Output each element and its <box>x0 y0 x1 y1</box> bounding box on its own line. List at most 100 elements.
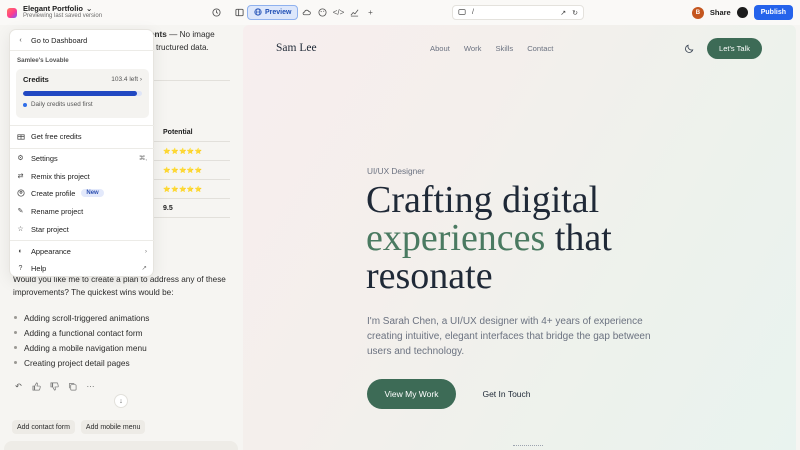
more-icon[interactable]: ··· <box>86 382 95 391</box>
list-item: Adding a mobile navigation menu <box>14 340 149 355</box>
menu-item-get-free-credits[interactable]: Get free credits <box>10 128 155 144</box>
menu-item-label: Create profile <box>31 188 76 198</box>
publish-button[interactable]: Publish <box>753 5 793 20</box>
chat-line-1-rest: — No image <box>166 30 215 39</box>
scroll-down-button[interactable]: ↓ <box>114 394 128 408</box>
gear-icon: ⚙ <box>17 155 24 162</box>
nav-about[interactable]: About <box>430 44 450 53</box>
bullet-dot <box>14 361 17 364</box>
table-row: ⭐⭐⭐⭐⭐ <box>152 161 230 180</box>
chip-add-contact-form[interactable]: Add contact form <box>12 420 75 434</box>
right-edge <box>796 25 800 450</box>
bullet-dot <box>14 346 17 349</box>
copy-icon[interactable] <box>68 382 77 391</box>
menu-item-label: Settings <box>31 153 58 163</box>
preview-button[interactable]: Preview <box>247 5 299 20</box>
credits-panel[interactable]: Credits 103.4 left › Daily credits used … <box>16 69 149 118</box>
status-dot-icon <box>23 102 27 107</box>
palette-icon[interactable] <box>316 6 329 19</box>
refresh-icon[interactable]: ↻ <box>572 9 578 17</box>
table-header-potential: Potential <box>152 123 230 142</box>
cloud-icon[interactable] <box>300 6 313 19</box>
credits-progress-bar <box>23 91 142 96</box>
credits-progress-fill <box>23 91 138 96</box>
thumbs-down-icon[interactable] <box>50 382 59 391</box>
get-in-touch-button[interactable]: Get In Touch <box>469 379 544 409</box>
menu-item-appearance[interactable]: ◐ Appearance › <box>10 243 155 259</box>
help-icon: ? <box>18 264 23 272</box>
list-item: Adding scroll-triggered animations <box>14 310 149 325</box>
chevron-down-icon: ⌄ <box>86 4 93 14</box>
plus-icon[interactable]: + <box>364 6 377 19</box>
chevron-right-icon: › <box>139 76 142 83</box>
open-external-icon[interactable]: ↗ <box>560 9 566 17</box>
project-switcher[interactable]: Elegant Portfolio ⌄ Previewing last save… <box>0 4 200 20</box>
credits-left-row: 103.4 left › <box>111 76 142 83</box>
preview-label: Preview <box>265 9 292 16</box>
project-title: Elegant Portfolio <box>23 4 83 14</box>
project-menu: ‹ Go to Dashboard Samlee's Lovable Credi… <box>9 29 155 277</box>
headline-line-1: Crafting digital <box>366 179 600 221</box>
chat-line-2: tructured data. <box>156 43 209 52</box>
nav-skills[interactable]: Skills <box>495 44 513 53</box>
hero-eyebrow: UI/UX Designer <box>367 166 425 176</box>
url-bar[interactable]: / ↗ ↻ <box>452 5 584 20</box>
site-logo[interactable]: Sam Lee <box>276 42 317 54</box>
menu-item-create-profile[interactable]: Create profile New <box>10 185 155 201</box>
lets-talk-button[interactable]: Let's Talk <box>707 38 762 59</box>
headline-line-3: resonate <box>366 255 493 297</box>
menu-item-remix[interactable]: ⇄ Remix this project <box>10 168 155 184</box>
chevron-right-icon: › <box>144 247 147 255</box>
menu-item-star[interactable]: ☆ Star project <box>10 221 155 237</box>
nav-work[interactable]: Work <box>464 44 482 53</box>
url-path[interactable]: / <box>472 9 474 16</box>
menu-item-label: Go to Dashboard <box>31 35 88 45</box>
list-item-text: Creating project detail pages <box>24 357 130 368</box>
avatar[interactable]: B <box>691 6 704 19</box>
history-icon[interactable] <box>210 6 223 19</box>
nav-contact[interactable]: Contact <box>527 44 553 53</box>
table-row: ⭐⭐⭐⭐⭐ <box>152 142 230 161</box>
toolbar-mid: </> + <box>300 6 377 19</box>
menu-item-label: Star project <box>31 224 69 234</box>
view-my-work-button[interactable]: View My Work <box>367 379 456 409</box>
chip-add-mobile-menu[interactable]: Add mobile menu <box>80 420 146 434</box>
share-button[interactable]: Share <box>710 8 731 17</box>
device-icon[interactable] <box>458 8 466 18</box>
credits-remaining: 103.4 left <box>111 76 139 83</box>
menu-item-settings[interactable]: ⚙ Settings ⌘, <box>10 150 155 166</box>
code-icon[interactable]: </> <box>332 6 345 19</box>
menu-item-rename[interactable]: ✎ Rename project <box>10 203 155 219</box>
sidebar-toggle-icon[interactable] <box>233 6 246 19</box>
toolbar-left <box>210 6 246 19</box>
settings-shortcut: ⌘, <box>138 155 147 162</box>
arrow-down-icon: ↓ <box>119 397 123 405</box>
credits-header: Credits 103.4 left › <box>23 75 142 84</box>
undo-icon[interactable]: ↶ <box>14 382 23 391</box>
analytics-icon[interactable] <box>348 6 361 19</box>
menu-item-label: Remix this project <box>31 171 90 181</box>
project-title-row: Elegant Portfolio ⌄ <box>23 4 102 14</box>
chevron-left-icon: ‹ <box>19 36 22 44</box>
question-line-2: improvements? The quickest wins would be… <box>13 288 174 297</box>
menu-item-label: Rename project <box>31 206 84 216</box>
thumbs-up-icon[interactable] <box>32 382 41 391</box>
hero-headline: Crafting digital experiences that resona… <box>366 181 726 295</box>
moon-icon[interactable] <box>684 43 696 55</box>
menu-item-go-to-dashboard[interactable]: ‹ Go to Dashboard <box>10 32 155 48</box>
scroll-indicator <box>513 445 543 449</box>
github-icon[interactable] <box>736 7 748 18</box>
gift-icon <box>16 132 25 141</box>
menu-item-help[interactable]: ? Help ↗ <box>10 260 155 276</box>
chat-input-edge[interactable] <box>4 441 238 450</box>
table-row: 9.5 <box>152 199 230 218</box>
toolbar-right: B Share Publish <box>691 5 793 20</box>
menu-item-label: Get free credits <box>31 131 82 141</box>
list-item-text: Adding a functional contact form <box>24 327 143 338</box>
site-nav: About Work Skills Contact <box>430 44 553 53</box>
bullet-dot <box>14 331 17 334</box>
menu-divider <box>10 148 155 149</box>
workspace-label: Samlee's Lovable <box>17 57 69 64</box>
project-info: Elegant Portfolio ⌄ Previewing last save… <box>23 4 102 20</box>
headline-accent: experiences <box>366 217 546 259</box>
